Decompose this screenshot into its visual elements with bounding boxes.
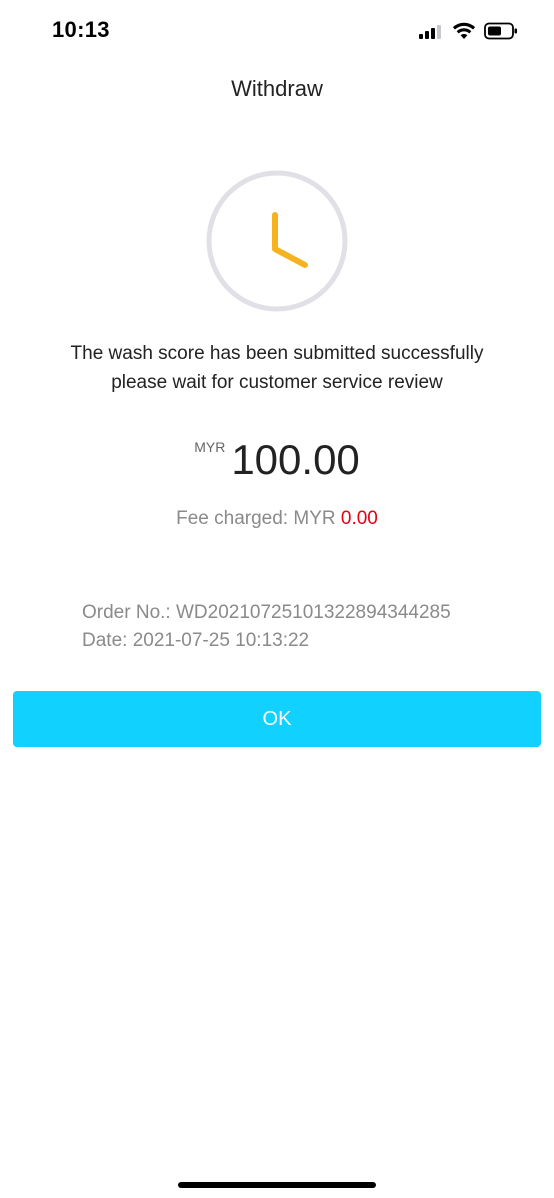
home-indicator: [178, 1182, 376, 1188]
fee-charged: Fee charged: MYR 0.00: [0, 508, 554, 530]
status-time: 10:13: [52, 17, 110, 42]
status-message: The wash score has been submitted succes…: [20, 339, 534, 397]
cellular-signal-icon: [419, 25, 441, 39]
order-number: Order No.: WD20210725101322894344285: [82, 602, 451, 623]
wifi-icon: [452, 22, 476, 39]
ok-button[interactable]: OK: [13, 691, 541, 747]
clock-pending-icon: [206, 170, 348, 312]
status-message-line2: please wait for customer service review: [111, 372, 443, 393]
status-icons: [418, 22, 518, 40]
fee-label: Fee charged: MYR: [176, 508, 341, 529]
order-date: Date: 2021-07-25 10:13:22: [82, 630, 310, 651]
amount-value: 100.00: [231, 436, 360, 483]
order-info: Order No.: WD20210725101322894344285 Dat…: [82, 599, 451, 655]
battery-icon: [484, 22, 517, 40]
status-bar: 10:13: [0, 0, 554, 64]
amount-display: MYR 100.00: [0, 436, 554, 484]
amount-currency: MYR: [194, 439, 226, 455]
status-message-line1: The wash score has been submitted succes…: [70, 343, 484, 364]
fee-value: 0.00: [340, 508, 378, 529]
page-title: Withdraw: [231, 76, 323, 101]
